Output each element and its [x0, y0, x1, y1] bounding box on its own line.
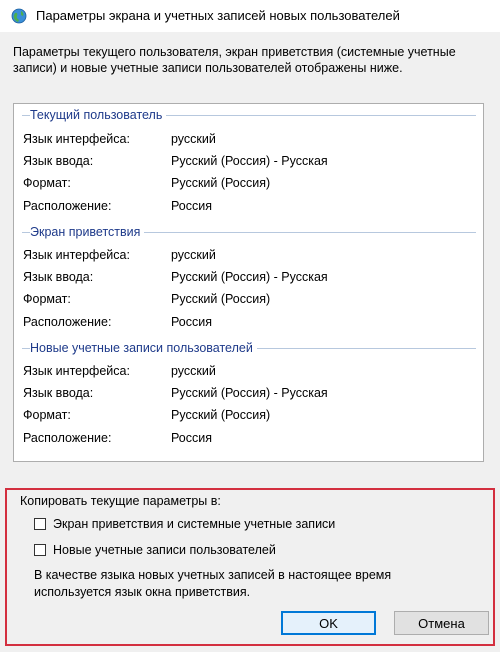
row-key: Расположение:	[23, 431, 112, 445]
row-value: Русский (Россия)	[171, 176, 271, 190]
group-title-new-users: Новые учетные записи пользователей	[30, 341, 257, 355]
list-item: Язык ввода: Русский (Россия) - Русская	[23, 270, 473, 290]
list-item: Расположение: Россия	[23, 199, 473, 219]
checkbox-label[interactable]: Новые учетные записи пользователей	[53, 543, 276, 557]
intro-text: Параметры текущего пользователя, экран п…	[13, 45, 456, 75]
row-key: Язык интерфейса:	[23, 364, 130, 378]
list-item: Расположение: Россия	[23, 315, 473, 335]
row-value: Русский (Россия)	[171, 292, 271, 306]
list-item: Расположение: Россия	[23, 431, 473, 451]
globe-icon	[11, 8, 27, 24]
copy-settings-label: Копировать текущие параметры в:	[20, 494, 221, 508]
welcome-screen-checkbox[interactable]	[34, 518, 46, 530]
row-key: Язык интерфейса:	[23, 132, 130, 146]
list-item: Формат: Русский (Россия)	[23, 176, 473, 196]
settings-panel: Текущий пользователь Язык интерфейса: ру…	[13, 103, 484, 462]
row-key: Расположение:	[23, 315, 112, 329]
window-title: Параметры экрана и учетных записей новых…	[36, 8, 400, 23]
cancel-button[interactable]: Отмена	[394, 611, 489, 635]
row-key: Формат:	[23, 292, 71, 306]
title-bar: Параметры экрана и учетных записей новых…	[0, 0, 500, 32]
row-value: Россия	[171, 431, 212, 445]
row-key: Язык ввода:	[23, 270, 94, 284]
list-item: Язык интерфейса: русский	[23, 132, 473, 152]
row-key: Язык интерфейса:	[23, 248, 130, 262]
row-key: Формат:	[23, 408, 71, 422]
group-title-current-user: Текущий пользователь	[30, 108, 167, 122]
list-item: Формат: Русский (Россия)	[23, 292, 473, 312]
list-item: Язык интерфейса: русский	[23, 248, 473, 268]
row-value: Россия	[171, 315, 212, 329]
row-value: Русский (Россия) - Русская	[171, 270, 328, 284]
welcome-screen-checkbox-row[interactable]: Экран приветствия и системные учетные за…	[34, 516, 335, 532]
row-key: Формат:	[23, 176, 71, 190]
checkbox-label[interactable]: Экран приветствия и системные учетные за…	[53, 517, 335, 531]
row-value: русский	[171, 132, 216, 146]
ok-button[interactable]: OK	[281, 611, 376, 635]
list-item: Язык интерфейса: русский	[23, 364, 473, 384]
row-value: Русский (Россия) - Русская	[171, 154, 328, 168]
row-value: русский	[171, 248, 216, 262]
row-key: Язык ввода:	[23, 386, 94, 400]
new-users-checkbox[interactable]	[34, 544, 46, 556]
list-item: Язык ввода: Русский (Россия) - Русская	[23, 386, 473, 406]
row-key: Язык ввода:	[23, 154, 94, 168]
row-key: Расположение:	[23, 199, 112, 213]
row-value: Русский (Россия) - Русская	[171, 386, 328, 400]
info-note: В качестве языка новых учетных записей в…	[34, 568, 392, 599]
row-value: Россия	[171, 199, 212, 213]
list-item: Формат: Русский (Россия)	[23, 408, 473, 428]
list-item: Язык ввода: Русский (Россия) - Русская	[23, 154, 473, 174]
new-users-checkbox-row[interactable]: Новые учетные записи пользователей	[34, 542, 276, 558]
row-value: Русский (Россия)	[171, 408, 271, 422]
group-title-welcome-screen: Экран приветствия	[30, 225, 145, 239]
row-value: русский	[171, 364, 216, 378]
